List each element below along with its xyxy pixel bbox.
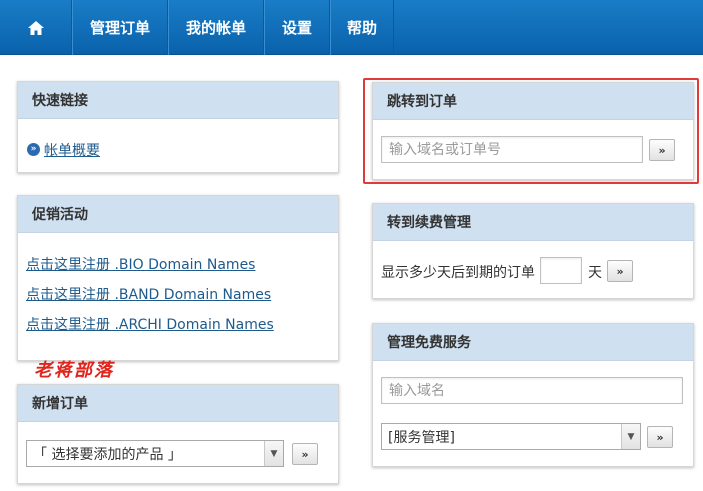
free-services-title: 管理免费服务: [373, 324, 693, 361]
renewal-panel: 转到续费管理 显示多少天后到期的订单 天 »: [372, 203, 694, 299]
new-order-go-button[interactable]: »: [292, 443, 318, 465]
quick-links-panel: 快速链接 » 帐单概要: [17, 81, 339, 173]
free-services-go-button[interactable]: »: [647, 426, 673, 448]
nav-help[interactable]: 帮助: [330, 0, 394, 55]
renewal-days-label: 显示多少天后到期的订单: [381, 265, 535, 281]
promo-link-bio[interactable]: 点击这里注册 .BIO Domain Names: [26, 254, 255, 274]
nav-home[interactable]: [0, 0, 72, 55]
renewal-days-input[interactable]: [540, 257, 582, 284]
promo-panel: 促销活动 点击这里注册 .BIO Domain Names 点击这里注册 .BA…: [17, 195, 339, 361]
highlight-frame: [363, 78, 699, 184]
new-order-panel: 新增订单 「 选择要添加的产品 」 ▼ »: [17, 384, 339, 484]
product-select-value: 「 选择要添加的产品 」: [33, 446, 182, 463]
promo-link-archi[interactable]: 点击这里注册 .ARCHI Domain Names: [26, 314, 274, 334]
new-order-title: 新增订单: [18, 385, 338, 422]
watermark-text: 老蒋部落: [34, 360, 114, 381]
top-navbar: 管理订单 我的帐单 设置 帮助: [0, 0, 703, 55]
free-services-panel: 管理免费服务 [服务管理] ▼ »: [372, 323, 694, 467]
product-select[interactable]: 「 选择要添加的产品 」 ▼: [26, 440, 284, 467]
promo-link-band[interactable]: 点击这里注册 .BAND Domain Names: [26, 284, 271, 304]
domain-input[interactable]: [381, 377, 683, 404]
nav-settings[interactable]: 设置: [264, 0, 330, 55]
renewal-title: 转到续费管理: [373, 204, 693, 241]
renewal-go-button[interactable]: »: [607, 260, 633, 282]
nav-my-billing[interactable]: 我的帐单: [168, 0, 264, 55]
service-select-value: [服务管理]: [388, 429, 455, 446]
service-select[interactable]: [服务管理] ▼: [381, 423, 641, 450]
quick-links-title: 快速链接: [18, 82, 338, 119]
home-icon: [27, 20, 44, 35]
billing-summary-link[interactable]: 帐单概要: [44, 140, 100, 160]
chevron-down-icon: ▼: [264, 441, 283, 466]
double-chevron-right-icon: »: [27, 143, 40, 156]
promo-title: 促销活动: [18, 196, 338, 233]
renewal-days-unit: 天: [588, 265, 602, 281]
chevron-down-icon: ▼: [621, 424, 640, 449]
nav-manage-orders[interactable]: 管理订单: [72, 0, 168, 55]
